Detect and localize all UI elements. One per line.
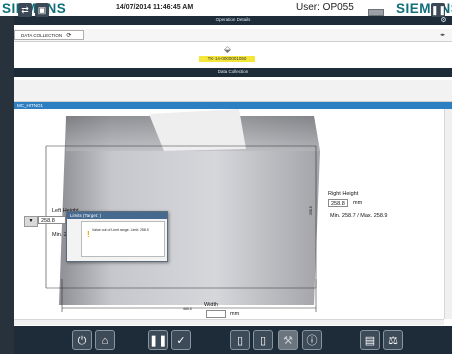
left-panel bbox=[0, 16, 14, 354]
tab-label: DATA COLLECTION bbox=[21, 33, 63, 38]
part-icon: ⬙ bbox=[224, 44, 231, 54]
hammer-icon: ⚒ bbox=[283, 335, 293, 347]
balance-icon: ⚖ bbox=[388, 335, 398, 347]
warning-icon: ! bbox=[87, 230, 90, 239]
right-height-label: Right Height bbox=[328, 191, 359, 197]
pause-bottom-button[interactable]: ❚❚ bbox=[148, 330, 168, 350]
right-height-range: Min. 258.7 / Max. 258.9 bbox=[330, 213, 388, 219]
limits-dialog-title: Limits (Target: ) bbox=[67, 212, 167, 219]
document-button[interactable]: ▯ bbox=[230, 330, 250, 350]
pdf-button[interactable]: ▤ bbox=[360, 330, 380, 350]
confirm-button[interactable]: ✓ bbox=[171, 330, 191, 350]
right-dim-value: 258.8 bbox=[309, 206, 313, 215]
copy-button[interactable]: ▯ bbox=[253, 330, 273, 350]
canvas-header: MC_HITNO1 bbox=[14, 102, 452, 109]
right-height-unit: mm bbox=[353, 200, 363, 206]
tab-data-collection[interactable]: DATA COLLECTION ⟳ bbox=[14, 30, 84, 40]
datetime: 14/07/2014 11:46:45 AM bbox=[116, 4, 194, 11]
pause-icon: ❚❚ bbox=[149, 335, 168, 347]
balance-button[interactable]: ⚖ bbox=[383, 330, 403, 350]
left-height-input[interactable]: 258.8 bbox=[38, 216, 66, 224]
width-label: Width bbox=[204, 302, 219, 308]
refresh-icon: ⇄ bbox=[21, 5, 29, 15]
document-icon: ▯ bbox=[236, 335, 244, 347]
data-collection-bar: Data Collection bbox=[14, 68, 452, 77]
pause-button[interactable]: ❚❚ bbox=[431, 3, 447, 17]
width-dim-value: 465.5 bbox=[183, 307, 192, 311]
canvas-header-label: MC_HITNO1 bbox=[17, 103, 44, 108]
user-label: User: OP055 bbox=[296, 2, 354, 13]
device-icon bbox=[368, 9, 384, 16]
app-header bbox=[0, 0, 452, 17]
home-button[interactable]: ⌂ bbox=[95, 330, 115, 350]
refresh-button[interactable]: ⇄ bbox=[18, 3, 32, 17]
operation-details-bar: Operation Details ⚙ bbox=[14, 16, 452, 25]
hammer-button[interactable]: ⚒ bbox=[278, 330, 298, 350]
power-button[interactable]: ⏻ bbox=[72, 330, 92, 350]
width-unit: mm bbox=[230, 311, 240, 317]
width-input[interactable] bbox=[206, 310, 226, 318]
limits-dialog: Limits (Target: ) bbox=[66, 211, 168, 262]
left-height-dropdown-button[interactable]: ▼ bbox=[24, 216, 38, 227]
power-icon: ⏻ bbox=[77, 335, 87, 347]
tk-code-badge: TK-14-0000001050 bbox=[199, 56, 255, 62]
info-button[interactable]: ⓘ bbox=[302, 330, 322, 350]
limits-dialog-body bbox=[81, 221, 165, 257]
tab-scroll-arrows-icon[interactable]: ◂▸ bbox=[440, 32, 445, 38]
gear-icon[interactable]: ⚙ bbox=[439, 16, 448, 25]
save-button[interactable]: ▣ bbox=[35, 3, 49, 17]
operation-details-title: Operation Details bbox=[215, 17, 251, 22]
toolbar bbox=[14, 80, 452, 102]
check-icon: ✓ bbox=[176, 335, 186, 347]
data-collection-title: Data Collection bbox=[217, 69, 249, 74]
sync-icon: ⟳ bbox=[66, 33, 72, 39]
pause-icon: ❚❚ bbox=[431, 5, 447, 15]
save-icon: ▣ bbox=[37, 5, 47, 15]
part-flap-shape bbox=[149, 109, 246, 151]
right-height-input[interactable]: 258.8 bbox=[328, 199, 348, 207]
vertical-scrollbar[interactable] bbox=[444, 109, 452, 319]
home-icon: ⌂ bbox=[101, 335, 109, 347]
pdf-icon: ▤ bbox=[364, 335, 376, 347]
horizontal-scrollbar[interactable] bbox=[14, 319, 444, 325]
copy-icon: ▯ bbox=[259, 335, 267, 347]
tab-strip: DATA COLLECTION ⟳ ◂▸ bbox=[14, 29, 452, 42]
info-icon: ⓘ bbox=[306, 335, 318, 347]
limits-message: Value out of Limit range. Limit: 258.9 bbox=[92, 228, 149, 232]
